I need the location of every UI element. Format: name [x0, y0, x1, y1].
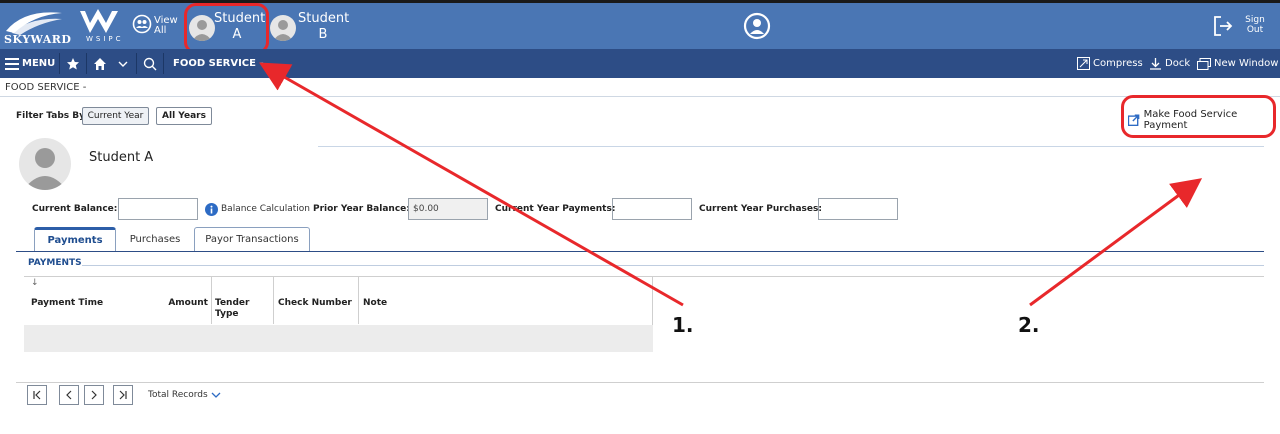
- tab-payments[interactable]: Payments: [34, 227, 116, 251]
- logo-text: SKYWARD: [4, 33, 72, 46]
- chevron-down-icon: [211, 392, 221, 398]
- table-row: [24, 325, 653, 352]
- breadcrumb: FOOD SERVICE -: [5, 82, 87, 93]
- new-window-button[interactable]: New Window: [1197, 49, 1278, 78]
- tab-payor-transactions[interactable]: Payor Transactions: [194, 227, 310, 251]
- chevron-left-icon: [66, 390, 72, 400]
- arrow-1: [258, 62, 684, 307]
- student-b-avatar[interactable]: [270, 15, 296, 41]
- compress-icon: [1077, 57, 1090, 70]
- home-button[interactable]: [93, 49, 107, 78]
- nav-bar: MENU FOOD SERVICE - Compress Dock New Wi…: [0, 49, 1280, 78]
- student-b-tab[interactable]: Student B: [298, 11, 349, 43]
- arrow-2: [1029, 178, 1203, 307]
- search-button[interactable]: [143, 49, 157, 78]
- column-divider: [211, 276, 212, 324]
- section-line: [82, 265, 1264, 266]
- next-page-button[interactable]: [84, 385, 104, 405]
- hamburger-icon: [5, 57, 19, 70]
- chevron-right-icon: [91, 390, 97, 400]
- current-balance-field: [118, 198, 198, 220]
- filter-label: Filter Tabs By: [16, 111, 86, 121]
- dock-button[interactable]: Dock: [1149, 49, 1190, 78]
- last-page-icon: [119, 390, 127, 400]
- last-page-button[interactable]: [113, 385, 133, 405]
- annotation-label-2: 2.: [1018, 313, 1040, 337]
- current-year-purchases-field: [818, 198, 898, 220]
- prior-year-balance-label: Prior Year Balance:: [313, 204, 410, 214]
- sort-arrow-icon[interactable]: ↓: [31, 278, 39, 289]
- column-divider: [273, 276, 274, 324]
- prior-year-balance-field: $0.00: [408, 198, 488, 220]
- prev-page-button[interactable]: [59, 385, 79, 405]
- highlight-student-a: [184, 3, 269, 54]
- divider: [318, 146, 1264, 147]
- home-icon: [94, 57, 106, 70]
- nav-divider: [136, 53, 137, 74]
- chevron-down-icon: [118, 61, 128, 67]
- star-icon: [67, 57, 79, 69]
- student-avatar: [19, 138, 71, 190]
- top-bar: SKYWARD WSIPC View All Student A Student…: [0, 0, 1280, 54]
- first-page-button[interactable]: [27, 385, 47, 405]
- info-icon[interactable]: [205, 203, 218, 216]
- home-dropdown[interactable]: [118, 49, 128, 78]
- current-year-button[interactable]: Current Year: [82, 107, 149, 125]
- column-note[interactable]: Note: [363, 298, 387, 309]
- view-all-link[interactable]: View All: [154, 16, 178, 36]
- current-year-payments-label: Current Year Payments:: [495, 204, 616, 214]
- divider: [0, 96, 1280, 97]
- table-top-border: [24, 276, 1264, 277]
- section-title: PAYMENTS: [28, 258, 82, 268]
- pager-divider: [16, 382, 1264, 383]
- sign-out-button[interactable]: Sign Out: [1208, 15, 1268, 41]
- dock-icon: [1150, 58, 1161, 70]
- nav-divider: [59, 53, 60, 74]
- sign-out-icon: [1214, 16, 1233, 36]
- favorites-button[interactable]: [66, 49, 80, 78]
- highlight-make-payment: [1121, 95, 1276, 138]
- student-name: Student A: [89, 150, 154, 165]
- page-title-nav: FOOD SERVICE -: [173, 58, 264, 69]
- column-amount[interactable]: Amount: [168, 298, 208, 309]
- column-check-number[interactable]: Check Number: [278, 298, 352, 309]
- column-tender-type[interactable]: Tender Type: [215, 298, 255, 320]
- annotation-label-1: 1.: [672, 313, 694, 337]
- nav-divider: [86, 53, 87, 74]
- first-page-icon: [33, 390, 41, 400]
- tab-purchases[interactable]: Purchases: [116, 227, 194, 251]
- balance-calculation-link[interactable]: Balance Calculation: [221, 204, 310, 214]
- current-balance-label: Current Balance:: [32, 204, 118, 214]
- all-years-button[interactable]: All Years: [156, 107, 212, 125]
- menu-button[interactable]: MENU: [5, 49, 55, 78]
- logo-sub-text: WSIPC: [86, 35, 124, 43]
- column-divider: [358, 276, 359, 324]
- search-icon: [143, 57, 157, 70]
- current-year-payments-field: [612, 198, 692, 220]
- nav-divider: [163, 53, 164, 74]
- tab-underline: [16, 251, 1264, 252]
- account-icon[interactable]: [743, 12, 771, 40]
- view-all-icon[interactable]: [132, 14, 152, 34]
- column-payment-time[interactable]: Payment Time: [31, 298, 103, 309]
- total-records-dropdown[interactable]: Total Records: [148, 390, 221, 400]
- new-window-icon: [1197, 57, 1211, 70]
- current-year-purchases-label: Current Year Purchases:: [699, 204, 822, 214]
- compress-button[interactable]: Compress: [1077, 49, 1143, 78]
